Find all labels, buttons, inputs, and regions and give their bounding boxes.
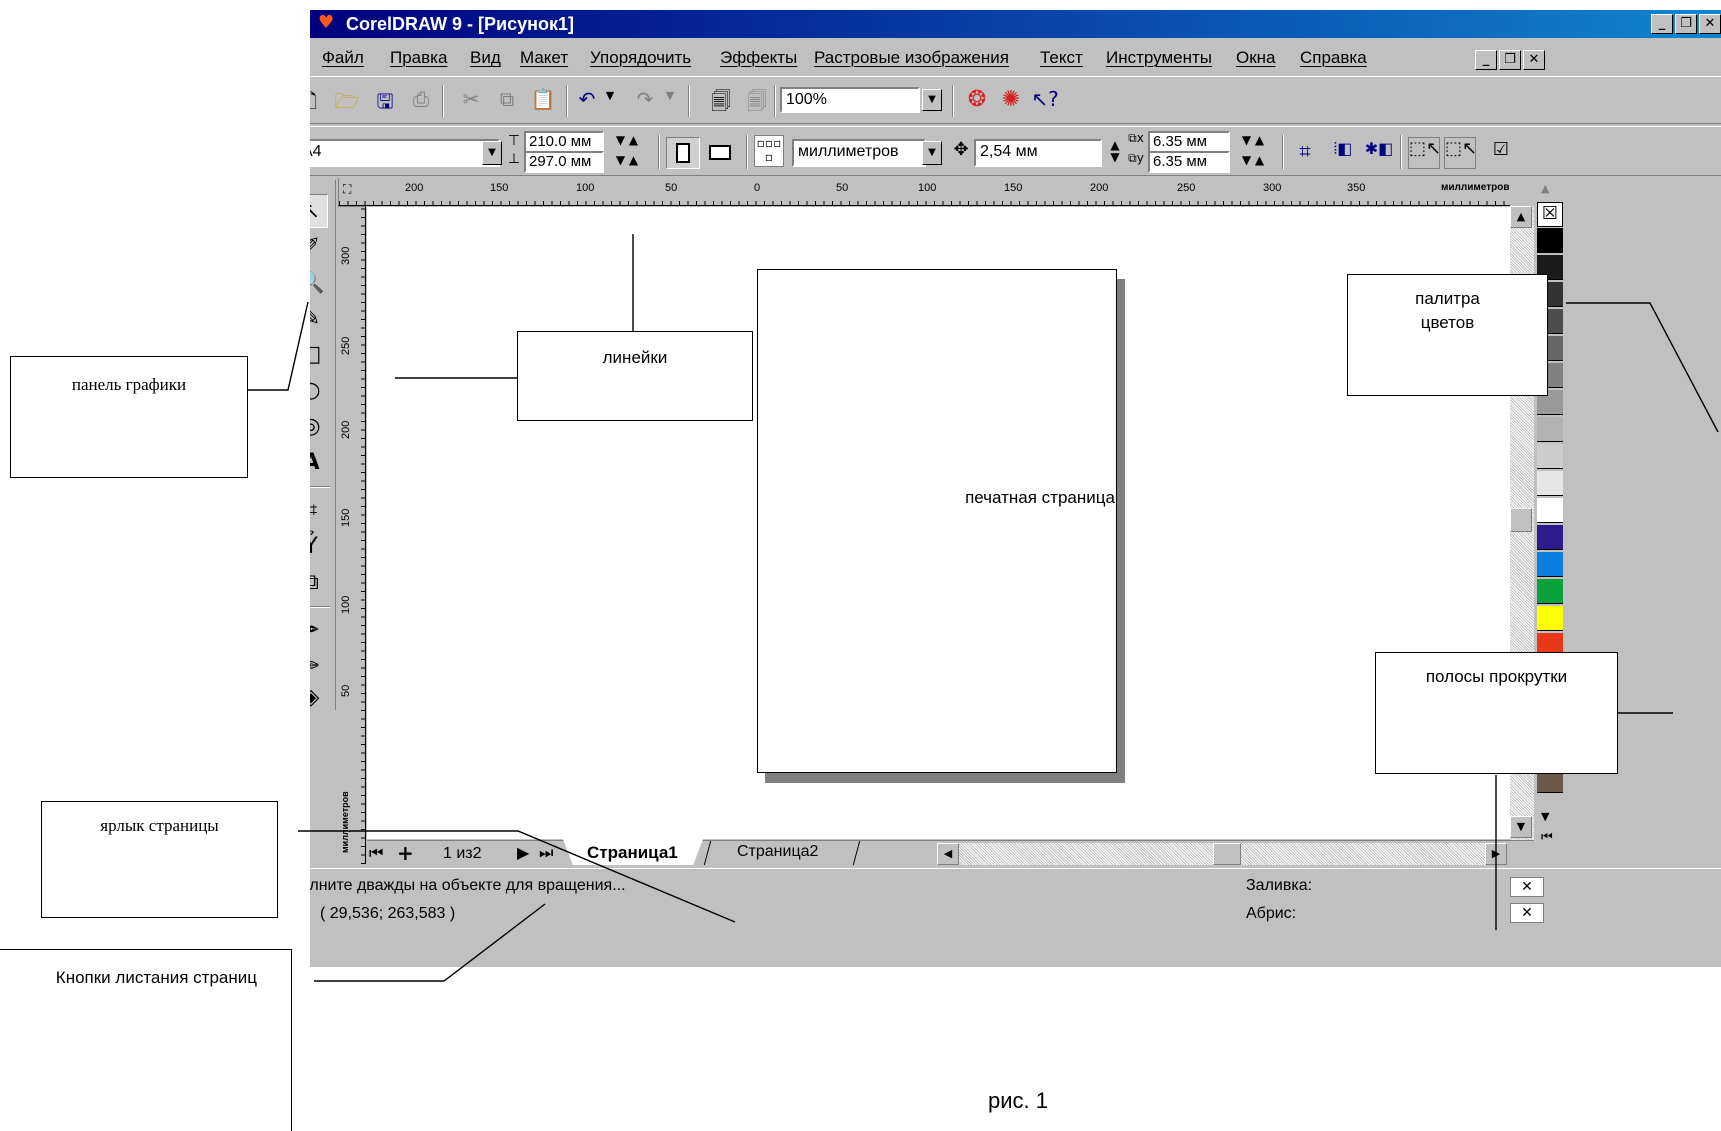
leader-palette (1566, 302, 1719, 433)
callout-rulers-text: линейки (602, 348, 668, 367)
callout-page-tab: ярлык страницы (41, 801, 278, 918)
callout-page-nav: Кнопки листания страниц (0, 949, 292, 1131)
callout-palette-text: палитра цветов (1415, 289, 1480, 332)
leader-graphics (248, 301, 309, 391)
leader-nav (314, 903, 546, 982)
callout-scrollbars: полосы прокрутки (1375, 652, 1618, 774)
figure-caption: рис. 1 (988, 1088, 1048, 1113)
callout-rulers: линейки (517, 331, 753, 421)
callout-tab-text: ярлык страницы (100, 816, 219, 835)
callout-graphics-text: панель графики (71, 375, 187, 394)
callout-nav-text: Кнопки листания страниц (55, 968, 257, 987)
callout-palette: палитра цветов (1347, 274, 1548, 396)
leader-tab (298, 830, 736, 923)
callout-page-text: печатная страница (965, 488, 1115, 507)
callout-scroll-text: полосы прокрутки (1425, 667, 1568, 686)
callout-print-page: печатная страница (920, 488, 1160, 518)
callout-graphics-panel: панель графики (10, 356, 248, 478)
